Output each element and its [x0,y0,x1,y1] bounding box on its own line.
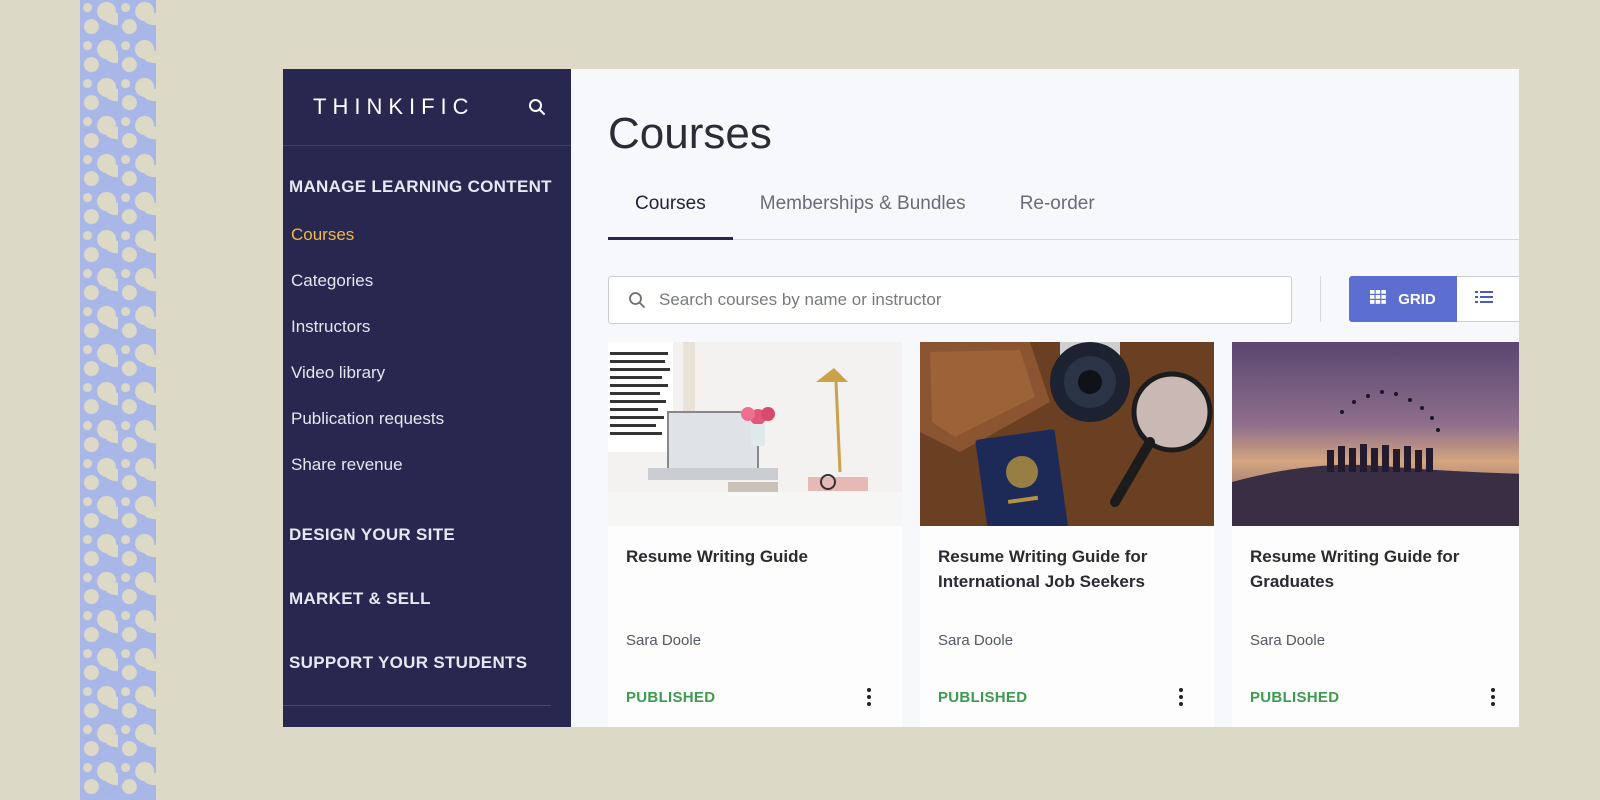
main-content: Courses Courses Memberships & Bundles Re… [571,69,1519,727]
course-grid: Resume Writing Guide Sara Doole PUBLISHE… [608,342,1519,727]
sidebar-divider [283,705,551,706]
course-author: Sara Doole [626,632,702,649]
sidebar-item-publication-requests[interactable]: Publication requests [291,405,444,451]
section-design-your-site[interactable]: DESIGN YOUR SITE [283,525,461,545]
sidebar-item-video-library[interactable]: Video library [291,359,444,405]
more-options-icon[interactable] [862,686,876,708]
sidebar-item-share-revenue[interactable]: Share revenue [291,451,444,497]
course-card[interactable]: Resume Writing Guide for International J… [920,342,1214,727]
tab-bar: Courses Memberships & Bundles Re-order [608,181,1519,240]
sidebar-nav: Courses Categories Instructors Video lib… [291,221,444,497]
app-window: THINKIFIC MANAGE LEARNING CONTENT Course… [283,69,1519,727]
section-manage-learning-content[interactable]: MANAGE LEARNING CONTENT [283,177,558,197]
brand-row: THINKIFIC [283,69,571,146]
course-title[interactable]: Resume Writing Guide for Graduates [1250,544,1512,594]
course-author: Sara Doole [938,632,1014,649]
decorative-pattern [80,0,156,800]
status-badge: PUBLISHED [938,689,1028,706]
course-card[interactable]: Resume Writing Guide Sara Doole PUBLISHE… [608,342,902,727]
sidebar-item-categories[interactable]: Categories [291,267,444,313]
list-icon [1475,290,1493,309]
more-options-icon[interactable] [1174,686,1188,708]
course-author: Sara Doole [1250,632,1326,649]
sidebar-item-courses[interactable]: Courses [291,221,444,267]
view-toggle: GRID [1349,276,1519,322]
course-card[interactable]: Resume Writing Guide for Graduates Sara … [1232,342,1519,727]
list-view-button[interactable] [1457,276,1519,322]
tab-re-order[interactable]: Re-order [993,181,1122,239]
course-title[interactable]: Resume Writing Guide [626,544,888,569]
search-icon [627,290,647,310]
more-options-icon[interactable] [1486,686,1500,708]
search-box [608,276,1292,324]
course-thumbnail [920,342,1214,526]
course-title[interactable]: Resume Writing Guide for International J… [938,544,1200,594]
brand-logo: THINKIFIC [313,94,475,119]
page-title: Courses [608,109,772,158]
status-badge: PUBLISHED [626,689,716,706]
section-market-and-sell[interactable]: MARKET & SELL [283,589,437,609]
toolbar-divider [1320,276,1321,322]
search-input[interactable] [657,289,1291,311]
grid-view-label: GRID [1398,290,1436,308]
course-thumbnail [608,342,902,526]
tab-courses[interactable]: Courses [608,181,733,240]
sidebar-item-instructors[interactable]: Instructors [291,313,444,359]
grid-view-button[interactable]: GRID [1349,276,1457,322]
grid-icon [1370,290,1387,308]
course-thumbnail [1232,342,1519,526]
search-icon[interactable] [527,97,547,117]
status-badge: PUBLISHED [1250,689,1340,706]
sidebar: THINKIFIC MANAGE LEARNING CONTENT Course… [283,69,571,727]
section-support-your-students[interactable]: SUPPORT YOUR STUDENTS [283,653,533,673]
tab-memberships-bundles[interactable]: Memberships & Bundles [733,181,993,239]
